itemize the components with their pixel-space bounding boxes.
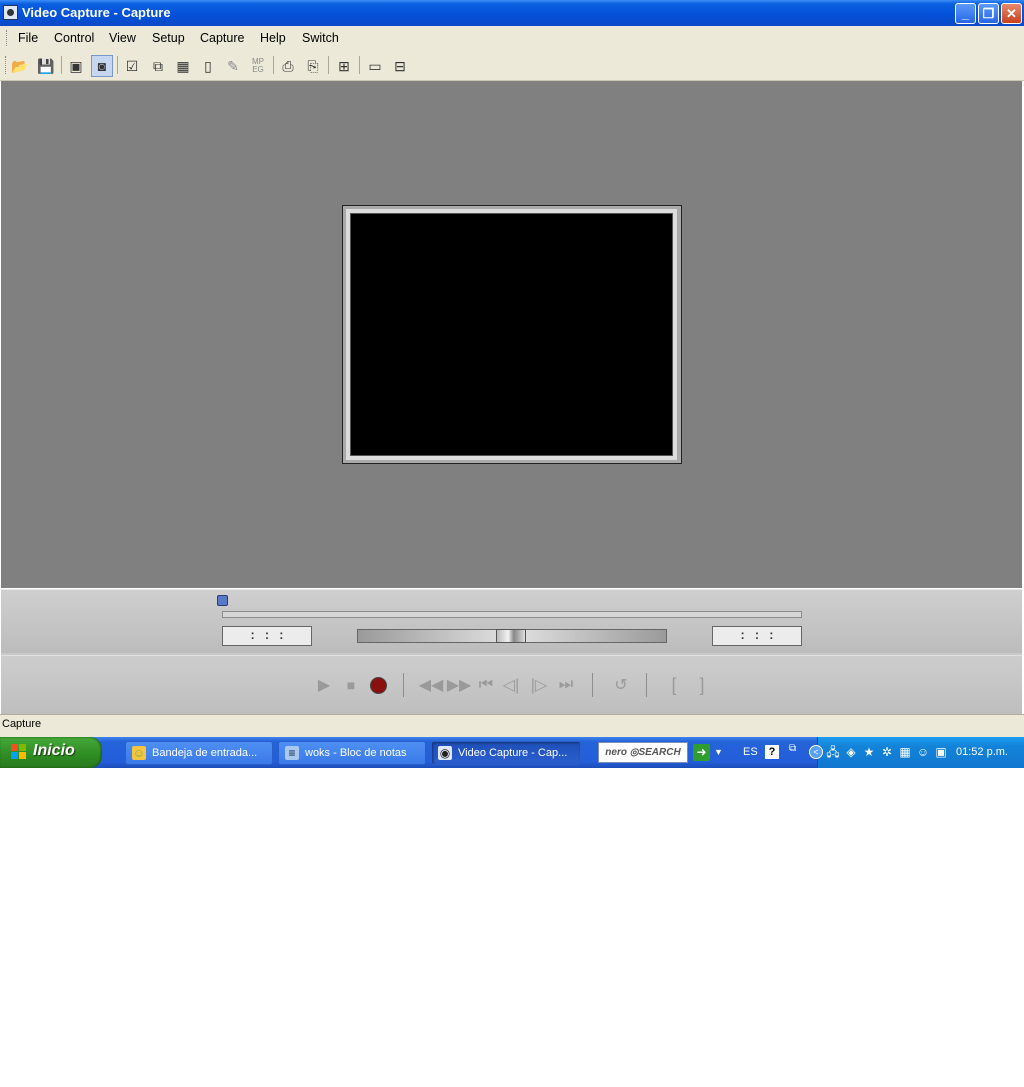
email-icon: ☺	[132, 746, 146, 760]
toolbar-divider	[61, 56, 62, 74]
timeline-panel	[1, 590, 1022, 653]
capture-mode-icon[interactable]: ◙	[91, 55, 113, 77]
taskbar-item-notepad[interactable]: ≡ woks - Bloc de notas	[278, 741, 426, 765]
play-icon[interactable]: ▶	[313, 674, 335, 696]
fast-forward-icon[interactable]: ▶▶	[447, 674, 472, 696]
shield-icon[interactable]: ◈	[844, 745, 858, 759]
end-time-field[interactable]: : : :	[712, 626, 802, 646]
transport-divider	[646, 673, 647, 697]
task-label: woks - Bloc de notas	[305, 747, 407, 759]
nero-search-box[interactable]: nero ◎SEARCH	[598, 742, 688, 763]
menu-help[interactable]: Help	[260, 31, 286, 45]
mark-in-icon[interactable]: [	[664, 674, 684, 696]
overlay-icon[interactable]: ⧉	[147, 55, 169, 77]
task-label: Bandeja de entrada...	[152, 747, 258, 759]
rewind-icon[interactable]: ◀◀	[419, 674, 444, 696]
display-icon[interactable]: ▭	[364, 55, 386, 77]
star-icon[interactable]: ★	[862, 745, 876, 759]
app-icon[interactable]	[3, 5, 18, 20]
timeline-marker[interactable]	[217, 595, 228, 606]
mpeg-icon[interactable]: MP EG	[247, 55, 269, 77]
step-back-icon[interactable]: ◁|	[500, 674, 522, 696]
grid-icon[interactable]: ⊟	[389, 55, 411, 77]
notepad-icon: ≡	[285, 746, 299, 760]
video-source-icon[interactable]: ▯	[197, 55, 219, 77]
record-icon[interactable]	[367, 674, 389, 696]
menu-view[interactable]: View	[109, 31, 136, 45]
capture-preview-icon[interactable]: ▣	[65, 55, 87, 77]
help-icon[interactable]: ?	[765, 745, 779, 759]
shuttle-thumb[interactable]	[496, 629, 526, 643]
network-icon[interactable]: 🖧	[826, 745, 840, 759]
taskbar-item-video-capture[interactable]: ◉ Video Capture - Cap...	[431, 741, 581, 765]
status-text: Capture	[2, 718, 42, 730]
video-format-icon[interactable]: ▦	[172, 55, 194, 77]
windows-flag-icon[interactable]: ▦	[898, 745, 912, 759]
loop-icon[interactable]: ↺	[609, 674, 633, 696]
tools-icon[interactable]: ✲	[880, 745, 894, 759]
restore-icon[interactable]: ⧉	[789, 743, 796, 754]
clock[interactable]: 01:52 p.m.	[956, 746, 1008, 758]
windows-logo-icon	[11, 744, 27, 760]
frames-icon[interactable]: ⊞	[333, 55, 355, 77]
menu-switch[interactable]: Switch	[302, 31, 339, 45]
task-label: Video Capture - Cap...	[458, 747, 568, 759]
language-indicator[interactable]: ES	[743, 746, 758, 758]
toolbar-divider	[273, 56, 274, 74]
menu-capture[interactable]: Capture	[200, 31, 244, 45]
toolbar-divider	[117, 56, 118, 74]
toolbar-divider	[359, 56, 360, 74]
toolbar-divider	[328, 56, 329, 74]
check-icon[interactable]: ☑	[121, 55, 143, 77]
go-to-start-icon[interactable]: ⏮	[475, 674, 497, 696]
close-button[interactable]: ✕	[1001, 3, 1022, 24]
menu-control[interactable]: Control	[54, 31, 94, 45]
menu-file[interactable]: File	[18, 31, 38, 45]
audio-icon[interactable]: ✎	[222, 55, 244, 77]
menu-setup[interactable]: Setup	[152, 31, 185, 45]
toolbar-grip	[5, 56, 8, 74]
stop-icon[interactable]: ■	[340, 674, 362, 696]
display-tray-icon[interactable]: ▣	[934, 745, 948, 759]
taskbar-item-email[interactable]: ☺ Bandeja de entrada...	[125, 741, 273, 765]
menu-grip	[6, 30, 9, 46]
open-icon[interactable]: 📂	[9, 55, 31, 77]
minimize-button[interactable]: _	[955, 3, 976, 24]
mark-out-icon[interactable]: ]	[692, 674, 712, 696]
restore-button[interactable]: ❐	[978, 3, 999, 24]
window-title: Video Capture - Capture	[22, 5, 171, 20]
timeline-track[interactable]	[222, 611, 802, 618]
status-bar	[0, 714, 1024, 737]
start-label: Inicio	[33, 742, 75, 759]
snapshot-icon[interactable]: ⎙	[277, 55, 299, 77]
go-to-end-icon[interactable]: ⏭	[555, 674, 577, 696]
start-time-field[interactable]: : : :	[222, 626, 312, 646]
transport-divider	[403, 673, 404, 697]
step-forward-icon[interactable]: |▷	[528, 674, 550, 696]
snapshot-save-icon[interactable]: ⎘	[302, 55, 324, 77]
video-preview[interactable]	[350, 213, 673, 456]
messenger-icon[interactable]: ☺	[916, 745, 930, 759]
search-go-icon[interactable]: ➜	[693, 744, 710, 761]
transport-divider	[592, 673, 593, 697]
save-icon[interactable]: 💾	[35, 55, 57, 77]
dropdown-arrow-icon[interactable]: ▼	[714, 747, 723, 757]
video-capture-icon: ◉	[438, 746, 452, 760]
show-hidden-icons-icon[interactable]: <	[809, 745, 823, 759]
